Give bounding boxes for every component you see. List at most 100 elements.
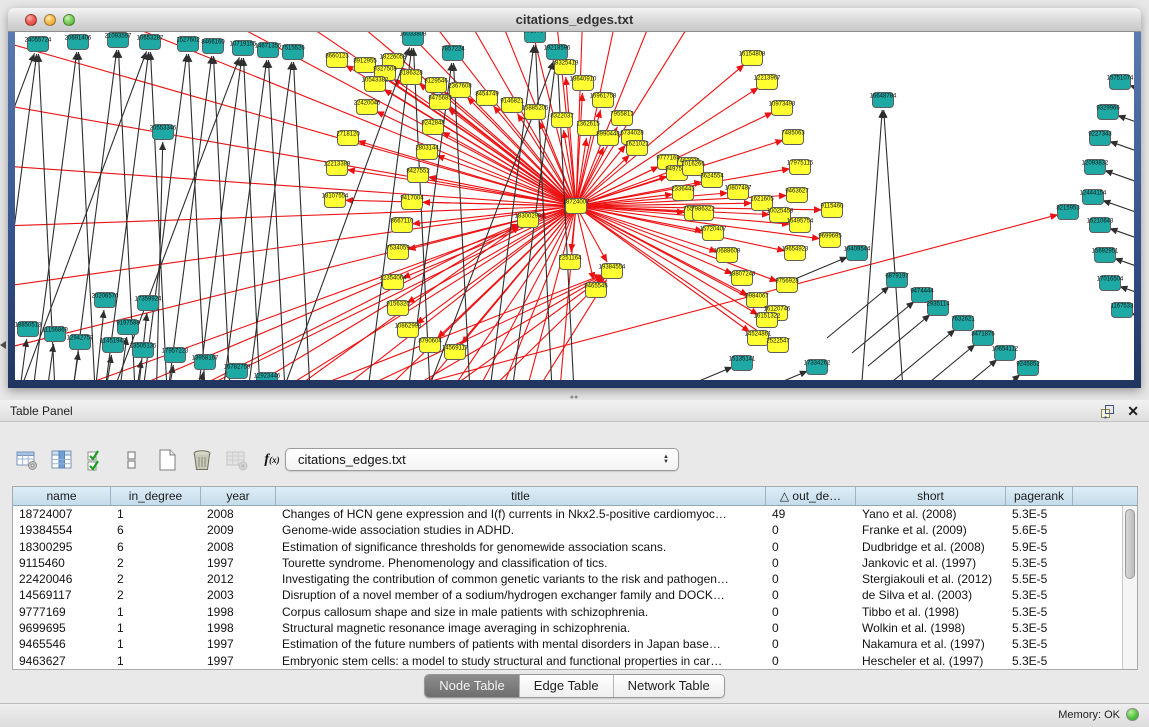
table-cell[interactable]: 1 [111,653,201,669]
graph-node[interactable]: 7955812 [610,111,634,126]
graph-node[interactable]: 17359924 [135,296,162,311]
tab-network-table[interactable]: Network Table [614,675,724,697]
graph-node[interactable]: 6879197 [885,273,909,288]
graph-node[interactable]: 8427552 [406,168,430,183]
graph-node[interactable]: 10543382 [362,77,389,92]
table-cell[interactable]: 9465546 [13,636,111,652]
table-row[interactable]: 1938455462009Genome-wide association stu… [13,522,1137,538]
graph-node[interactable]: 12444154 [1080,190,1107,205]
table-cell[interactable]: de Silva et al. (2003) [856,587,1006,603]
column-header-out_de[interactable]: △ out_de… [766,487,856,505]
table-cell[interactable]: 1 [111,604,201,620]
unselect-columns-icon[interactable] [119,447,145,473]
graph-node[interactable]: 2522547 [766,338,790,353]
column-header-in_degree[interactable]: in_degree [111,487,201,505]
table-cell[interactable]: 5.3E-5 [1006,604,1073,620]
graph-node[interactable]: 7534059 [386,245,410,260]
close-panel-icon[interactable]: ✕ [1127,403,1139,419]
table-cell[interactable]: Changes of HCN gene expression and I(f) … [276,506,766,522]
graph-node[interactable]: 12213967 [754,75,781,90]
graph-node[interactable]: 9242848 [421,120,445,135]
graph-node[interactable]: 14569117 [442,345,469,360]
graph-node[interactable]: 16210643 [1087,218,1114,233]
column-header-short[interactable]: short [856,487,1006,505]
graph-node[interactable]: 16151322 [754,313,781,328]
table-cell[interactable]: 2009 [201,522,276,538]
table-row[interactable]: 911546021997Tourette syndrome. Phenomeno… [13,555,1137,571]
graph-node[interactable]: 9156320 [386,301,410,316]
table-cell[interactable]: Estimation of significance thresholds fo… [276,539,766,555]
graph-node[interactable]: 18724007 [563,199,590,214]
table-row[interactable]: 946554611997Estimation of the future num… [13,636,1137,652]
graph-node[interactable]: 21093557 [105,33,132,48]
table-cell[interactable]: 5.5E-5 [1006,571,1073,587]
table-cell[interactable]: 19384554 [13,522,111,538]
table-cell[interactable]: 9115460 [13,555,111,571]
table-cell[interactable]: 2008 [201,539,276,555]
table-cell[interactable]: Dudbridge et al. (2008) [856,539,1006,555]
table-cell[interactable]: 5.3E-5 [1006,620,1073,636]
graph-node[interactable]: 20206576 [92,293,119,308]
graph-node[interactable]: 2251164 [559,255,583,270]
table-cell[interactable]: 5.3E-5 [1006,506,1073,522]
table-row[interactable]: 977716911998Corpus callosum shape and si… [13,604,1137,620]
graph-node[interactable]: 18325419 [552,60,579,75]
graph-node[interactable]: 8471876 [971,331,995,346]
graph-node[interactable]: 16648784 [870,93,897,108]
table-cell[interactable]: 5.6E-5 [1006,522,1073,538]
graph-node[interactable]: 13505135 [130,343,157,358]
graph-node[interactable]: 8215953 [1056,205,1080,220]
graph-node[interactable]: 9984067 [745,293,769,308]
table-cell[interactable]: Wolkin et al. (1998) [856,620,1006,636]
graph-node[interactable]: 16961758 [590,93,617,108]
table-cell[interactable]: 6 [111,539,201,555]
graph-node[interactable]: 8454749 [475,91,499,106]
table-cell[interactable]: 1 [111,636,201,652]
graph-node[interactable]: 19218596 [544,45,571,60]
table-cell[interactable]: 0 [766,636,856,652]
graph-node[interactable]: 18107554 [322,193,349,208]
table-cell[interactable]: 2012 [201,571,276,587]
graph-node[interactable]: 15692951 [1092,248,1119,263]
table-cell[interactable]: 1 [111,620,201,636]
table-row[interactable]: 969969511998Structural magnetic resonanc… [13,620,1137,636]
graph-node[interactable]: 2803144 [415,145,439,160]
graph-node[interactable]: 1167533 [1111,303,1134,318]
table-cell[interactable]: 0 [766,539,856,555]
graph-node[interactable]: 9115460 [821,203,845,218]
graph-node[interactable]: 7485063 [781,130,805,145]
graph-node[interactable]: 10862998 [395,323,422,338]
table-cell[interactable]: Embryonic stem cells: a model to study s… [276,653,766,669]
graph-node[interactable]: 8186328 [399,70,423,85]
graph-node[interactable]: 8322037 [550,113,574,128]
table-cell[interactable]: 0 [766,522,856,538]
graph-node[interactable]: 10973493 [769,101,796,116]
table-cell[interactable]: 18300295 [13,539,111,555]
table-cell[interactable]: 0 [766,653,856,669]
table-cell[interactable]: 1997 [201,636,276,652]
graph-node[interactable]: 16409544 [844,246,871,261]
graph-node[interactable]: 12354064 [380,275,407,290]
table-cell[interactable]: Genome-wide association studies in ADHD. [276,522,766,538]
graph-node[interactable]: 20691406 [65,35,92,50]
graph-node[interactable]: 17957223 [162,348,189,363]
graph-node[interactable]: 10688609 [714,248,741,263]
graph-node[interactable]: 18300295 [515,213,542,228]
table-cell[interactable]: 18724007 [13,506,111,522]
graph-node[interactable]: 2367608 [448,83,472,98]
graph-node[interactable]: 20553346 [150,125,177,140]
window-titlebar[interactable]: citations_edges.txt [8,8,1141,32]
graph-node[interactable]: 1621022 [625,141,649,156]
table-cell[interactable]: 1998 [201,620,276,636]
table-cell[interactable]: 5.9E-5 [1006,539,1073,555]
table-cell[interactable]: Tourette syndrome. Phenomenology and cla… [276,555,766,571]
graph-node[interactable]: 8813054 [523,32,547,43]
graph-node[interactable]: 9465546 [584,283,608,298]
table-cell[interactable]: 9699695 [13,620,111,636]
table-row[interactable]: 2242004622012Investigating the contribut… [13,571,1137,587]
table-cell[interactable]: 1998 [201,604,276,620]
create-column-icon[interactable] [154,447,180,473]
table-cell[interactable]: Investigating the contribution of common… [276,571,766,587]
graph-node[interactable]: 9756928 [775,278,799,293]
graph-node[interactable]: 2935114 [927,301,951,316]
